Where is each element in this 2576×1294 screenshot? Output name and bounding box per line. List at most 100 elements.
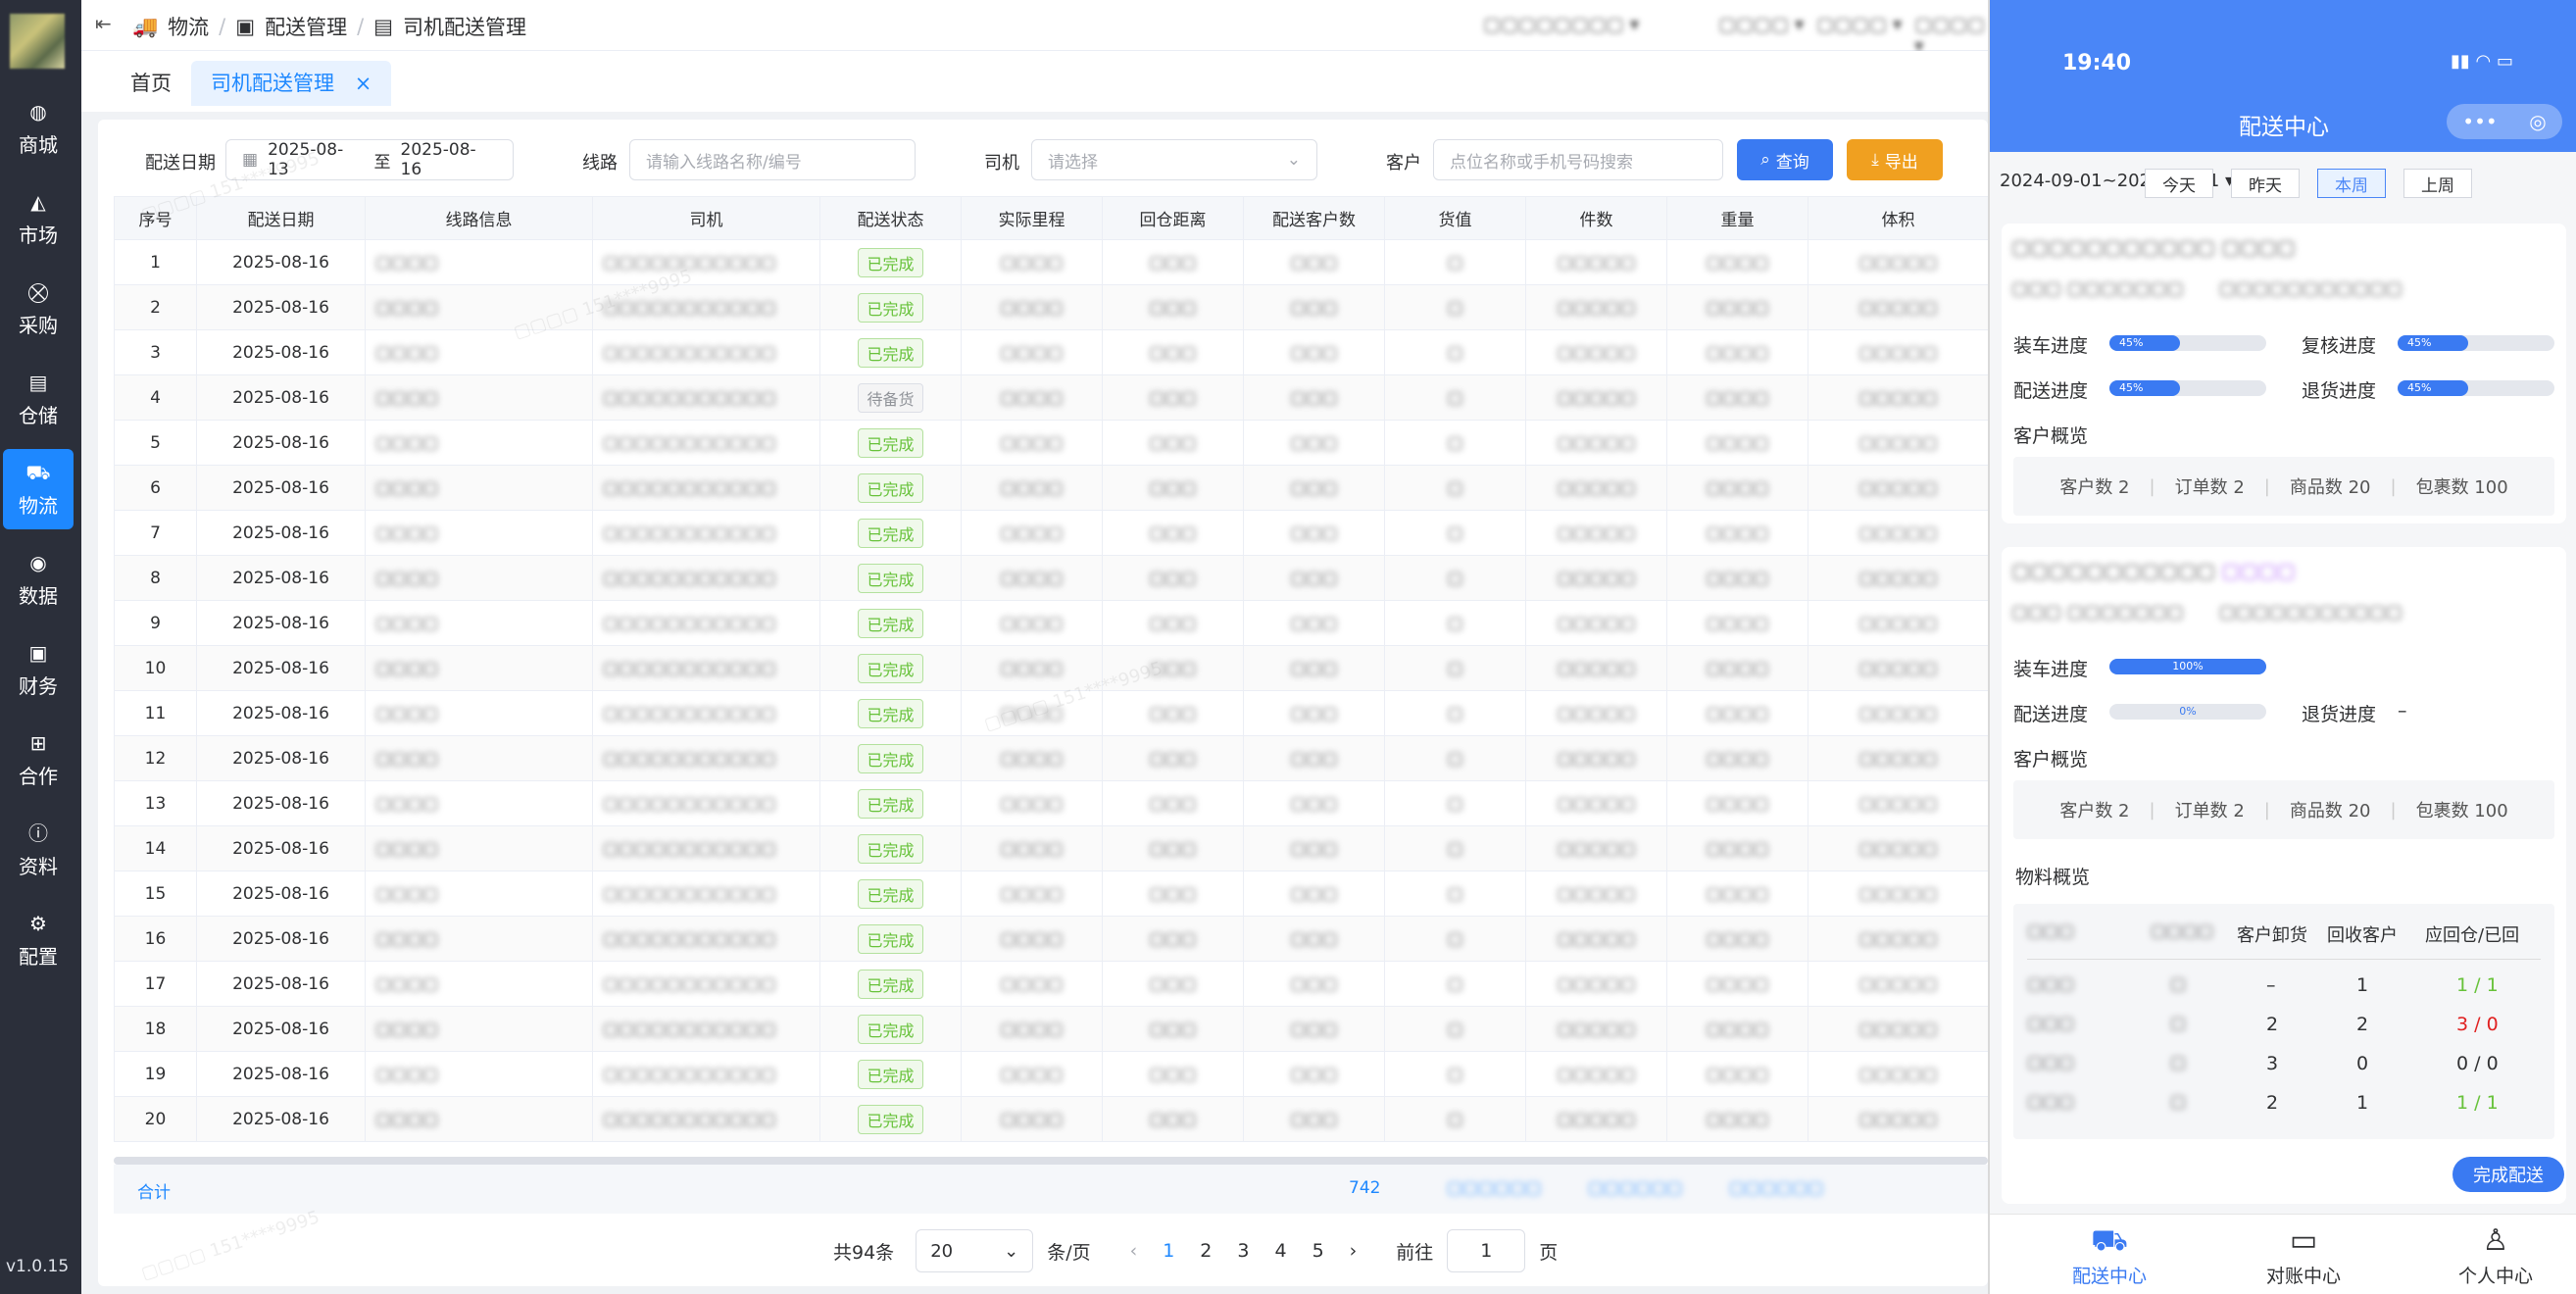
sidebar-item-5[interactable]: ◉ 数据 [3,539,74,620]
material-ratio: 0 / 0 [2456,1053,2499,1074]
table-row[interactable]: 13 2025-08-16 ▢▢▢▢ ▢▢▢▢▢▢▢▢▢▢▢ 已完成 ▢▢▢▢ ▢▢▢ ▢▢▢… [114,780,1989,826]
table-cell: 已完成 [819,239,962,285]
table-cell: 已完成 [819,329,962,375]
table-row[interactable]: 10 2025-08-16 ▢▢▢▢ ▢▢▢▢▢▢▢▢▢▢▢ 已完成 ▢▢▢▢ ▢▢▢ ▢▢▢… [114,645,1989,691]
tab-driver-delivery[interactable]: 司机配送管理 × [191,61,392,106]
tab-home[interactable]: 首页 [111,61,191,106]
wallet-icon: ▭ [2289,1223,2318,1258]
sidebar-item-4[interactable]: ⛟ 物流 [3,449,74,529]
table-row[interactable]: 4 2025-08-16 ▢▢▢▢ ▢▢▢▢▢▢▢▢▢▢▢ 待备货 ▢▢▢▢ ▢▢▢ ▢▢▢ ▢… [114,374,1989,421]
blurred-value: ▢▢▢▢ [1706,1064,1769,1084]
blurred-value: ▢▢▢▢ [1000,838,1064,859]
date-range-picker[interactable]: ▦ 2025-08-13 至 2025-08-16 [225,139,514,180]
page-size-select[interactable]: 20 ⌄ [916,1229,1034,1272]
blurred-value: ▢▢▢▢ [1000,928,1064,949]
card2-overview-label: 客户概览 [2013,749,2089,771]
table-row[interactable]: 18 2025-08-16 ▢▢▢▢ ▢▢▢▢▢▢▢▢▢▢▢ 已完成 ▢▢▢▢ ▢▢▢ ▢▢▢… [114,1006,1989,1052]
export-button[interactable]: ⤓ 导出 [1847,139,1943,180]
card2-blurred-name: ▢▢▢▢▢▢▢▢▢▢▢ ▢▢▢▢ [2011,559,2296,582]
nav-reconcile-center[interactable]: ▭ 对账中心 [2225,1220,2382,1288]
mini-capsule[interactable]: ••• ◎ [2447,104,2562,139]
table-row[interactable]: 5 2025-08-16 ▢▢▢▢ ▢▢▢▢▢▢▢▢▢▢▢ 已完成 ▢▢▢▢ ▢▢▢ ▢▢▢ ▢… [114,420,1989,466]
market-icon: ◭ [30,189,46,214]
collapse-sidebar-icon[interactable]: ⇤ [95,12,112,35]
sidebar-item-7[interactable]: ⊞ 合作 [3,720,74,800]
table-row[interactable]: 7 2025-08-16 ▢▢▢▢ ▢▢▢▢▢▢▢▢▢▢▢ 已完成 ▢▢▢▢ ▢▢▢ ▢▢▢ ▢… [114,510,1989,556]
table-cell: ▢▢▢▢ [1666,329,1808,375]
table-cell: 2025-08-16 [196,420,366,466]
table-row[interactable]: 16 2025-08-16 ▢▢▢▢ ▢▢▢▢▢▢▢▢▢▢▢ 已完成 ▢▢▢▢ ▢▢▢ ▢▢▢… [114,916,1989,962]
page-link[interactable]: 1 [1163,1240,1174,1262]
table-cell: ▢▢▢▢ [1666,239,1808,285]
blurred-value: ▢▢▢ [1149,748,1197,769]
table-row[interactable]: 9 2025-08-16 ▢▢▢▢ ▢▢▢▢▢▢▢▢▢▢▢ 已完成 ▢▢▢▢ ▢▢▢ ▢▢▢ ▢… [114,600,1989,646]
blurred-value: ▢▢▢▢ [1706,793,1769,814]
page-link[interactable]: 2 [1200,1240,1212,1262]
top-blurred-item[interactable]: ▢▢▢▢ ▾ [1816,14,1902,35]
delivery-card-2[interactable]: ▢▢▢▢▢▢▢▢▢▢▢ ▢▢▢▢ ▢▢▢ ▢▢▢▢▢▢▢ ▢▢▢▢▢▢▢▢▢▢▢… [2002,547,2566,1204]
blurred-value: ▢▢▢ [1149,252,1197,273]
quick-date-button[interactable]: 本周 [2317,169,2386,198]
quick-date-button[interactable]: 昨天 [2231,169,2300,198]
sidebar-item-9[interactable]: ⚙ 配置 [3,900,74,980]
delivery-card-1[interactable]: ▢▢▢▢▢▢▢▢▢▢▢ ▢▢▢▢ ▢▢▢ ▢▢▢▢▢▢▢ ▢▢▢▢▢▢▢▢▢▢▢… [2002,224,2566,523]
page-link[interactable]: 3 [1237,1240,1249,1262]
nav-delivery-center[interactable]: ⛟ 配送中心 [2031,1220,2188,1288]
table-row[interactable]: 3 2025-08-16 ▢▢▢▢ ▢▢▢▢▢▢▢▢▢▢▢ 已完成 ▢▢▢▢ ▢▢▢ ▢▢▢ ▢… [114,329,1989,375]
blurred-value: ▢▢▢▢ [1000,432,1064,453]
date-separator: 至 [373,152,391,173]
horizontal-scrollbar[interactable] [114,1157,1988,1165]
more-icon[interactable]: ••• [2462,110,2497,133]
target-icon[interactable]: ◎ [2529,110,2546,133]
driver-select[interactable]: 请选择 ⌄ [1031,139,1317,180]
table-row[interactable]: 8 2025-08-16 ▢▢▢▢ ▢▢▢▢▢▢▢▢▢▢▢ 已完成 ▢▢▢▢ ▢▢▢ ▢▢▢ ▢… [114,555,1989,601]
table-cell: ▢▢▢▢ [961,284,1103,330]
table-row[interactable]: 12 2025-08-16 ▢▢▢▢ ▢▢▢▢▢▢▢▢▢▢▢ 已完成 ▢▢▢▢ ▢▢▢ ▢▢▢… [114,735,1989,781]
query-button[interactable]: ⌕ 查询 [1737,139,1833,180]
table-row[interactable]: 20 2025-08-16 ▢▢▢▢ ▢▢▢▢▢▢▢▢▢▢▢ 已完成 ▢▢▢▢ ▢▢▢ ▢▢▢… [114,1096,1989,1142]
table-row[interactable]: 6 2025-08-16 ▢▢▢▢ ▢▢▢▢▢▢▢▢▢▢▢ 已完成 ▢▢▢▢ ▢▢▢ ▢▢▢ ▢… [114,465,1989,511]
status-badge: 已完成 [858,292,923,323]
table-cell: ▢▢▢ [1102,329,1244,375]
card2-deliver-progress: 0% [2109,704,2266,720]
finish-delivery-button[interactable]: 完成配送 [2452,1157,2564,1192]
table-row[interactable]: 11 2025-08-16 ▢▢▢▢ ▢▢▢▢▢▢▢▢▢▢▢ 已完成 ▢▢▢▢ ▢▢▢ ▢▢▢… [114,690,1989,736]
table-row[interactable]: 19 2025-08-16 ▢▢▢▢ ▢▢▢▢▢▢▢▢▢▢▢ 已完成 ▢▢▢▢ ▢▢▢ ▢▢▢… [114,1051,1989,1097]
close-icon[interactable]: × [355,72,372,95]
sidebar-item-2[interactable]: ⛒ 采购 [3,269,74,349]
breadcrumb-item-delivery[interactable]: 配送管理 [265,12,347,41]
table-row[interactable]: 2 2025-08-16 ▢▢▢▢ ▢▢▢▢▢▢▢▢▢▢▢ 已完成 ▢▢▢▢ ▢▢▢ ▢▢▢ ▢… [114,284,1989,330]
top-blurred-org[interactable]: ▢▢▢▢▢▢▢▢ ▾ [1483,14,1639,35]
sidebar-item-6[interactable]: ▣ 财务 [3,629,74,710]
quick-date-button[interactable]: 今天 [2145,169,2213,198]
goto-page-input[interactable]: 1 [1447,1229,1526,1272]
table-row[interactable]: 15 2025-08-16 ▢▢▢▢ ▢▢▢▢▢▢▢▢▢▢▢ 已完成 ▢▢▢▢ ▢▢▢ ▢▢▢… [114,871,1989,917]
top-blurred-item[interactable]: ▢▢▢▢ ▾ [1718,14,1804,35]
table-cell: ▢▢▢▢ [365,1006,593,1052]
table-row[interactable]: 17 2025-08-16 ▢▢▢▢ ▢▢▢▢▢▢▢▢▢▢▢ 已完成 ▢▢▢▢ ▢▢▢ ▢▢▢… [114,961,1989,1007]
nav-personal-center[interactable]: ♙ 个人中心 [2417,1220,2574,1288]
blurred-route: ▢▢▢▢ [375,838,439,859]
next-page-icon[interactable]: › [1350,1240,1358,1262]
page-link[interactable]: 4 [1274,1240,1286,1262]
route-input[interactable]: 请输入线路名称/编号 [629,139,916,180]
table-cell: 2025-08-16 [196,1096,366,1142]
breadcrumb-item-logistics[interactable]: 物流 [168,12,209,41]
prev-page-icon[interactable]: ‹ [1130,1240,1138,1262]
sidebar-item-3[interactable]: ▤ 仓储 [3,359,74,439]
table-cell: 1 [114,239,197,285]
blurred-driver: ▢▢▢▢▢▢▢▢▢▢▢ [603,703,776,723]
table-cell: ▢ [1384,600,1526,646]
table-cell: 2025-08-16 [196,329,366,375]
sidebar-item-1[interactable]: ◭ 市场 [3,178,74,259]
table-cell: ▢▢▢▢▢▢▢▢▢▢▢ [592,555,820,601]
quick-date-button[interactable]: 上周 [2403,169,2472,198]
table-row[interactable]: 14 2025-08-16 ▢▢▢▢ ▢▢▢▢▢▢▢▢▢▢▢ 已完成 ▢▢▢▢ ▢▢▢ ▢▢▢… [114,825,1989,871]
customer-input[interactable]: 点位名称或手机号码搜索 [1433,139,1723,180]
sidebar-item-8[interactable]: ⓘ 资料 [3,810,74,890]
card2-return-label: 退货进度 [2302,704,2377,725]
page-link[interactable]: 5 [1313,1240,1324,1262]
sidebar-item-0[interactable]: ◍ 商城 [3,88,74,169]
table-row[interactable]: 1 2025-08-16 ▢▢▢▢ ▢▢▢▢▢▢▢▢▢▢▢ 已完成 ▢▢▢▢ ▢▢▢ ▢▢▢ ▢… [114,239,1989,285]
blurred-value: ▢▢▢▢▢ [1557,838,1636,859]
